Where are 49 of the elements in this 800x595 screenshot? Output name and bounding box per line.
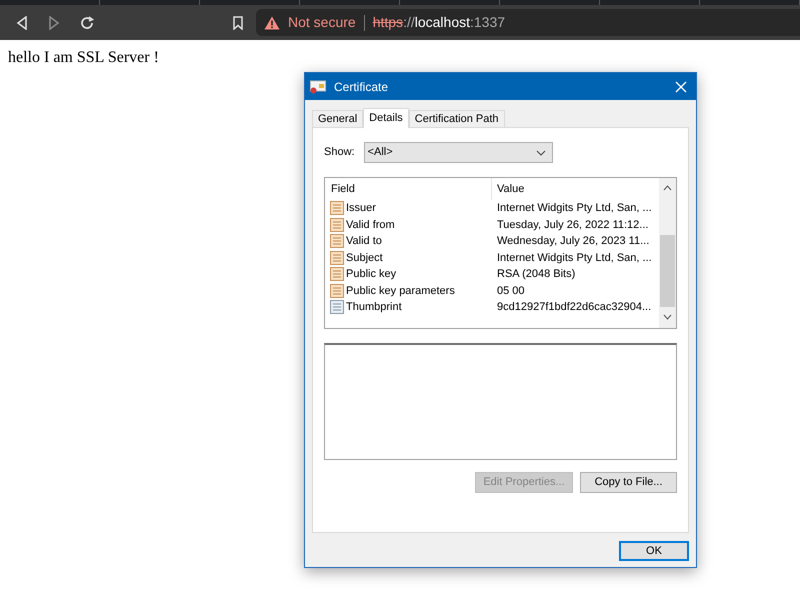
field-name[interactable]: Thumbprint <box>346 299 402 316</box>
field-name[interactable]: Issuer <box>346 200 376 216</box>
scrollbar[interactable] <box>659 178 676 328</box>
security-label: Not secure <box>288 13 356 32</box>
close-icon[interactable] <box>675 80 687 92</box>
field-value: Internet Widgits Pty Ltd, San, ... <box>496 250 652 266</box>
field-value: Internet Widgits Pty Ltd, San, ... <box>496 201 652 216</box>
show-dropdown[interactable]: <All> <box>364 142 553 163</box>
scroll-down-icon[interactable] <box>663 314 672 320</box>
document-icon <box>330 218 344 232</box>
page-text: hello I am SSL Server ! <box>8 48 160 68</box>
document-icon <box>330 250 344 265</box>
tab[interactable]: Details <box>363 108 409 128</box>
document-icon <box>330 234 344 248</box>
window-title: Certificate <box>334 78 388 96</box>
tab[interactable]: Certification Path <box>408 110 505 127</box>
document-icon <box>330 201 344 216</box>
tab[interactable]: General <box>312 110 364 127</box>
scroll-thumb[interactable] <box>660 235 675 307</box>
document-icon <box>330 267 344 282</box>
field-name[interactable]: Public key <box>346 266 396 282</box>
url-separator: :// <box>403 13 415 32</box>
field-value: Tuesday, July 26, 2022 11:12... <box>496 218 648 232</box>
chevron-down-icon <box>536 150 546 156</box>
address-bar[interactable]: Not secure https://localhost:1337 <box>256 9 800 36</box>
field-value: Wednesday, July 26, 2023 11... <box>496 234 650 249</box>
ok-button[interactable]: OK <box>619 541 689 561</box>
field-name[interactable]: Public key parameters <box>346 282 455 299</box>
url-port: :1337 <box>470 13 506 32</box>
field-name[interactable]: Valid from <box>346 216 395 233</box>
field-value: 9cd12927f1bdf22d6cac32904... <box>496 300 652 315</box>
column-header[interactable]: Field <box>325 178 492 200</box>
reload-icon[interactable] <box>80 16 94 30</box>
warning-icon <box>264 16 280 30</box>
document-icon <box>330 284 344 298</box>
field-value: 05 00 <box>496 284 525 298</box>
field-name[interactable]: Subject <box>346 250 383 266</box>
field-name[interactable]: Valid to <box>346 233 382 250</box>
dialog-button[interactable]: Copy to File... <box>580 472 677 493</box>
document-icon <box>330 300 344 314</box>
field-value: RSA (2048 Bits) <box>496 267 576 282</box>
bookmark-icon[interactable] <box>233 16 243 30</box>
scroll-up-icon[interactable] <box>663 185 672 191</box>
column-header[interactable]: Value <box>492 180 524 198</box>
url-scheme: https <box>372 13 404 32</box>
show-label: Show: <box>324 145 355 160</box>
back-icon[interactable] <box>16 16 28 30</box>
certificate-icon <box>310 80 326 94</box>
url-host: localhost <box>414 13 470 32</box>
